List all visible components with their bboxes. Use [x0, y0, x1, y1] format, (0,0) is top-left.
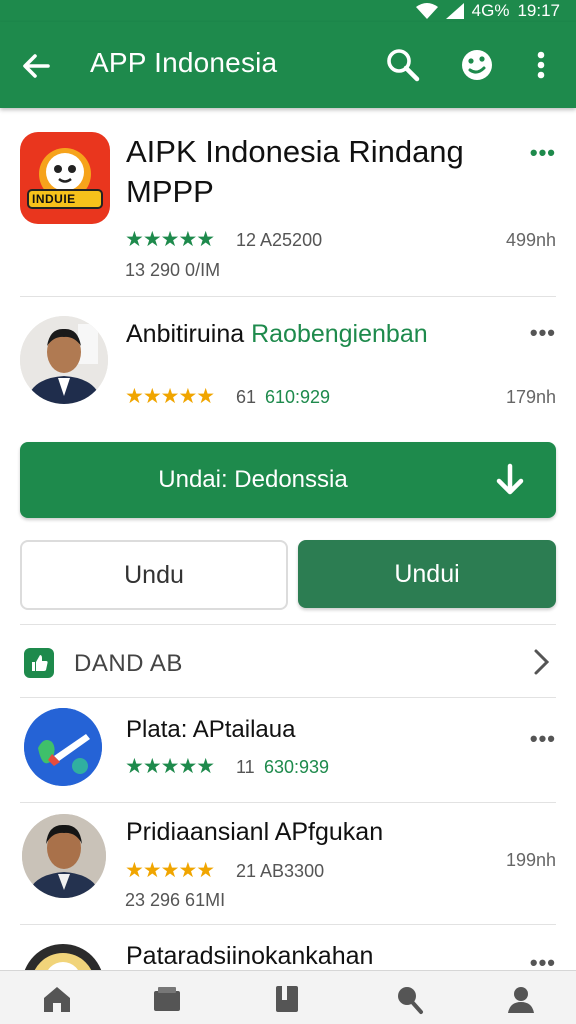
signal-icon	[445, 3, 464, 19]
download-count: 13 290 0/IM	[125, 260, 221, 280]
overflow-menu-icon[interactable]: •••	[530, 320, 556, 346]
account-icon[interactable]	[504, 983, 538, 1015]
app-size: 499nh	[505, 230, 556, 250]
app-bar: APP Indonesia	[0, 22, 576, 108]
avatar	[22, 814, 106, 898]
signal-text: 4G%	[471, 1, 510, 20]
app-size: 199nh	[505, 850, 556, 870]
primary-button[interactable]: Undui	[298, 540, 556, 608]
list-item[interactable]: Pridiaansianl APfgukan ★★★★★ 21 AB3300 1…	[0, 806, 576, 924]
rating-count: 12 A25200	[236, 230, 323, 250]
app-title-primary: Anbitiruina	[126, 320, 252, 348]
search-icon[interactable]	[392, 983, 426, 1015]
download-count: 23 296 61MI	[125, 890, 226, 910]
rating-stars: ★★★★★	[125, 385, 215, 408]
overflow-menu-icon[interactable]: •••	[530, 726, 556, 752]
rating-count: 61	[236, 387, 257, 407]
app-size: 179nh	[505, 387, 556, 407]
divider	[20, 624, 556, 625]
person-avatar-icon	[22, 814, 106, 898]
rating-value: 610:929	[265, 387, 331, 407]
status-time: 19:17	[517, 1, 560, 20]
download-button[interactable]: Undai: Dedonssia	[20, 442, 556, 518]
app-icon	[22, 944, 104, 970]
app-title: Plata: APtailaua	[126, 716, 296, 743]
app-icon-label: INDUIE	[32, 192, 76, 206]
rating-stars: ★★★★★	[125, 228, 215, 251]
section-header[interactable]: DAND AB	[0, 636, 576, 690]
app-title: Pridiaansianl APfgukan	[126, 818, 384, 846]
back-arrow-icon[interactable]	[16, 46, 56, 86]
secondary-button[interactable]: Undu	[20, 540, 288, 610]
app-title: Pataradsiinokankahan	[126, 942, 374, 970]
search-icon[interactable]	[382, 44, 424, 86]
rating-value: 630:939	[264, 757, 330, 777]
divider	[20, 697, 556, 698]
bottom-navigation	[0, 970, 576, 1024]
app-card-1[interactable]: INDUIE AIPK Indonesia Rindang MPPP ••• ★…	[0, 120, 576, 296]
app-icon	[24, 708, 102, 786]
rating-stars: ★★★★★	[125, 859, 215, 882]
mascot-icon	[27, 148, 103, 209]
rating-stars: ★★★★★	[125, 755, 215, 778]
divider	[20, 924, 556, 925]
thumbs-up-icon	[24, 648, 54, 678]
app-title-secondary: Raobengienban	[251, 320, 428, 348]
divider	[20, 802, 556, 803]
wifi-icon	[415, 3, 438, 19]
paint-brush-icon	[24, 708, 102, 786]
status-bar: 4G% 19:17	[0, 0, 576, 22]
download-button-label: Undai: Dedonssia	[158, 466, 348, 493]
help-icon[interactable]	[456, 44, 498, 86]
overflow-menu-icon[interactable]: •••	[530, 950, 556, 970]
section-title: DAND AB	[74, 650, 183, 677]
app-icon: INDUIE	[20, 132, 110, 224]
library-icon[interactable]	[270, 983, 304, 1015]
divider	[20, 296, 556, 297]
list-item[interactable]: Pataradsiinokankahan •••	[0, 930, 576, 970]
app-title: AIPK Indonesia Rindang MPPP	[126, 132, 464, 212]
rating-count: 21 AB3300	[236, 861, 325, 881]
avatar	[20, 316, 108, 404]
person-avatar-icon	[20, 316, 108, 404]
app-title-line1: AIPK Indonesia Rindang	[126, 134, 464, 169]
download-arrow-icon	[496, 463, 524, 495]
page-title: APP Indonesia	[90, 47, 278, 78]
overflow-menu-icon[interactable]: •••	[530, 140, 556, 166]
apps-icon[interactable]	[150, 983, 184, 1015]
more-vert-icon[interactable]	[526, 44, 556, 86]
list-item[interactable]: Plata: APtailaua ••• ★★★★★ 11 630:939	[0, 700, 576, 800]
app-card-2[interactable]: Anbitiruina Raobengienban ••• ★★★★★ 61 6…	[0, 300, 576, 430]
app-title: Anbitiruina Raobengienban	[126, 320, 428, 349]
home-icon[interactable]	[40, 983, 74, 1015]
chevron-right-icon[interactable]	[530, 646, 554, 678]
app-title-line2: MPPP	[126, 174, 214, 209]
rating-count: 11	[236, 757, 255, 777]
